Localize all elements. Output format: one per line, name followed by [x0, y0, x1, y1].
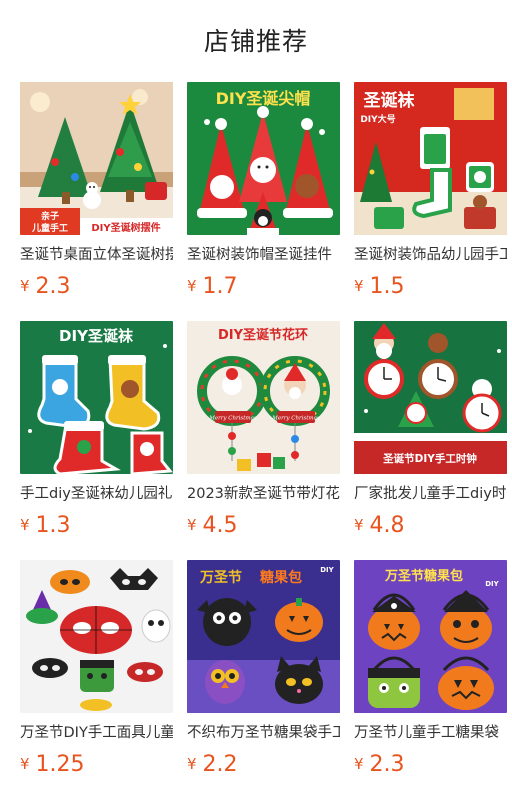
halloween-candy-bag-image[interactable]: 万圣节 糖果包 DIY [187, 560, 340, 713]
product-name[interactable]: 不织布万圣节糖果袋手工 [187, 723, 340, 743]
image-caption: DIY大号 [360, 113, 395, 125]
image-caption: Merry Christmas [271, 416, 320, 422]
image-caption: 糖果包 [260, 569, 302, 586]
halloween-mask-craft-image[interactable] [20, 560, 173, 713]
image-caption: 圣诞节DIY手工时钟 [382, 452, 477, 465]
currency-symbol: ¥ [20, 277, 30, 295]
product-price: ¥1.3 [20, 510, 173, 541]
currency-symbol: ¥ [20, 755, 30, 773]
christmas-hat-craft-image[interactable]: DIY圣诞尖帽 [187, 82, 340, 235]
price-value: 4.5 [202, 513, 238, 538]
currency-symbol: ¥ [354, 755, 364, 773]
product-card[interactable]: 亲子 儿童手工 DIY圣诞树摆件 圣诞节桌面立体圣诞树摆件 ¥2.3 [20, 82, 173, 321]
christmas-stocking-craft-image[interactable]: DIY圣诞袜 [20, 321, 173, 474]
product-price: ¥4.8 [354, 510, 507, 541]
product-card[interactable]: 万圣节糖果包 DIY 万圣节儿童手工糖果袋 ¥ 2.3 [354, 560, 507, 799]
christmas-wreath-craft-image[interactable]: DIY圣诞节花环 Merry Christmas Merry Christmas [187, 321, 340, 474]
product-price: ¥2.3 [354, 749, 507, 780]
product-card[interactable]: DIY圣诞节花环 Merry Christmas Merry Christmas [187, 321, 340, 560]
page-title: 店铺推荐 [203, 27, 308, 56]
image-caption: 万圣节糖果包 [384, 568, 463, 584]
image-caption: DIY [485, 580, 499, 588]
halloween-pumpkin-bag-image[interactable]: 万圣节糖果包 DIY [354, 560, 507, 713]
product-name[interactable]: 圣诞树装饰品幼儿园手工 [354, 245, 507, 265]
product-price: ¥1.5 [354, 271, 507, 302]
product-price: ¥1.7 [187, 271, 340, 302]
price-value: 2.3 [369, 752, 405, 777]
product-card[interactable]: 圣诞节DIY手工时钟 厂家批发儿童手工diy时钟 ¥4.8 [354, 321, 507, 560]
product-card[interactable]: 万圣节DIY手工面具儿童 ¥1.25 [20, 560, 173, 799]
product-name[interactable]: 手工diy圣诞袜幼儿园礼物 [20, 484, 173, 504]
christmas-sock-craft-image[interactable]: 圣诞袜 DIY大号 [354, 82, 507, 235]
image-caption: DIY圣诞尖帽 [216, 89, 311, 108]
image-caption: DIY圣诞节花环 [218, 327, 308, 343]
product-card[interactable]: 圣诞袜 DIY大号 圣诞树装饰品幼儿园手工 ¥ 1.5 [354, 82, 507, 321]
product-name[interactable]: 圣诞节桌面立体圣诞树摆件 [20, 245, 173, 265]
price-value: 1.5 [369, 274, 405, 299]
currency-symbol: ¥ [187, 755, 197, 773]
product-name[interactable]: 2023新款圣诞节带灯花环 [187, 484, 340, 504]
christmas-tree-craft-image[interactable]: 亲子 儿童手工 DIY圣诞树摆件 [20, 82, 173, 235]
image-caption: DIY圣诞树摆件 [91, 221, 160, 234]
currency-symbol: ¥ [354, 277, 364, 295]
product-grid: 亲子 儿童手工 DIY圣诞树摆件 圣诞节桌面立体圣诞树摆件 ¥2.3 DIY圣诞… [20, 82, 507, 799]
price-value: 4.8 [369, 513, 405, 538]
currency-symbol: ¥ [187, 516, 197, 534]
price-value: 1.3 [35, 513, 71, 538]
image-caption: 万圣节 [199, 569, 242, 586]
product-price: ¥1.25 [20, 749, 173, 780]
product-price: ¥2.3 [20, 271, 173, 302]
currency-symbol: ¥ [187, 277, 197, 295]
product-price: ¥4.5 [187, 510, 340, 541]
product-name[interactable]: 万圣节儿童手工糖果袋 [354, 723, 507, 743]
price-value: 2.3 [35, 274, 71, 299]
product-card[interactable]: DIY圣诞尖帽 圣诞树装饰帽圣诞挂件 ¥ 1.7 [187, 82, 340, 321]
price-value: 1.7 [202, 274, 238, 299]
christmas-clock-craft-image[interactable]: 圣诞节DIY手工时钟 [354, 321, 507, 474]
image-caption: Merry Christmas [208, 416, 257, 422]
product-card[interactable]: 万圣节 糖果包 DIY 不织布万圣节糖果袋手工 ¥ 2.2 [187, 560, 340, 799]
shop-recommendations-page: 店铺推荐 亲子 儿童手工 DIY圣诞树摆件 圣诞节桌面立体圣诞树摆 ¥ 2.3 … [0, 0, 512, 800]
image-caption: 儿童手工 [31, 222, 68, 234]
product-name[interactable]: 万圣节DIY手工面具儿童 [20, 723, 173, 743]
currency-symbol: ¥ [20, 516, 30, 534]
product-name[interactable]: 圣诞树装饰帽圣诞挂件 [187, 245, 340, 265]
price-value: 2.2 [202, 752, 238, 777]
currency-symbol: ¥ [354, 516, 364, 534]
image-caption: 圣诞袜 [364, 90, 416, 111]
product-name[interactable]: 厂家批发儿童手工diy时钟 [354, 484, 507, 504]
product-card[interactable]: DIY圣诞袜 手工diy圣诞袜幼儿园礼物 ¥1.3 [20, 321, 173, 560]
image-caption: 亲子 [41, 210, 59, 222]
product-price: ¥2.2 [187, 749, 340, 780]
image-caption: DIY [320, 566, 334, 574]
price-value: 1.25 [35, 752, 85, 777]
image-caption: DIY圣诞袜 [59, 327, 134, 345]
